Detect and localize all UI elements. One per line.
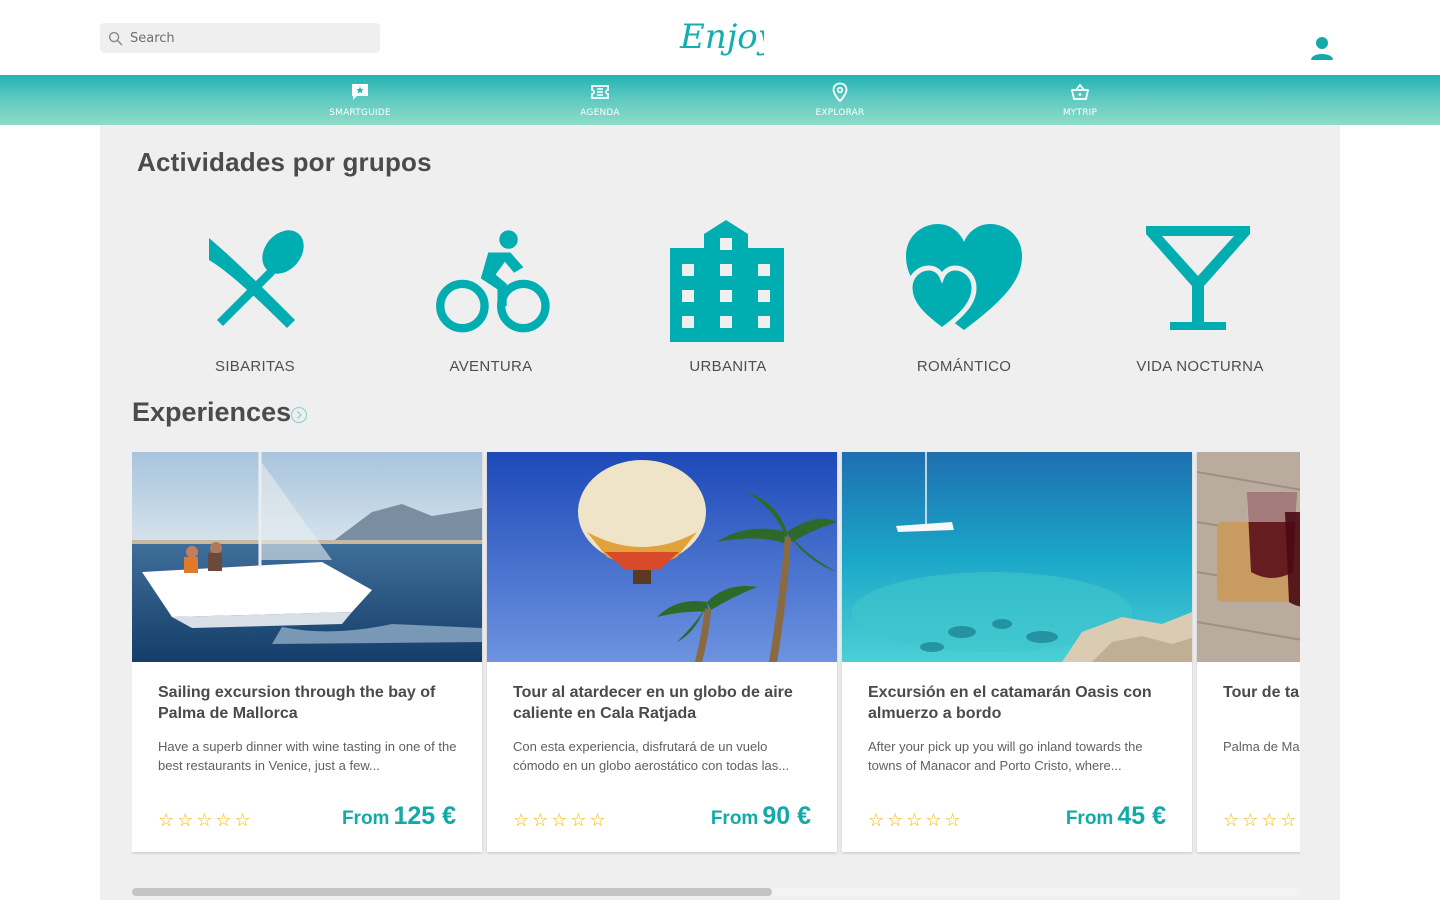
user-icon[interactable] (1308, 34, 1336, 62)
nav-explorar-label: EXPLORAR (815, 108, 865, 118)
group-label: SIBARITAS (215, 358, 295, 375)
scrollbar-thumb[interactable] (132, 888, 772, 896)
group-romantico[interactable]: ROMÁNTICO (864, 220, 1064, 380)
card-description: After your pick up you will go inland to… (868, 739, 1143, 773)
ticket-icon (591, 85, 609, 99)
rating-stars[interactable]: ☆☆☆☆☆ (1223, 810, 1300, 831)
group-label: VIDA NOCTURNA (1136, 358, 1264, 375)
group-label: AVENTURA (449, 358, 533, 375)
card-title: Tour de ta casco anti (1223, 684, 1300, 701)
catamaran-photo (842, 452, 1192, 662)
nav-agenda-label: AGENDA (580, 108, 620, 118)
group-vida-nocturna[interactable]: VIDA NOCTURNA (1100, 220, 1300, 380)
price-amount: 45 € (1117, 802, 1166, 830)
group-urbanita[interactable]: URBANITA (628, 220, 828, 380)
card-title: Tour al atardecer en un globo de aire ca… (513, 684, 793, 722)
groups-section-title: Actividades por grupos (137, 147, 432, 177)
card-price: From 125 € (342, 802, 456, 831)
experience-card[interactable]: Tour de ta casco anti Palma de Ma tiempo… (1197, 452, 1300, 852)
price-prefix: From (341, 808, 390, 829)
nav-smartguide[interactable]: SMARTGUIDE (300, 75, 420, 125)
price-prefix: From (1065, 808, 1114, 829)
main-content: Actividades por grupos SIBARITAS AVENTUR… (100, 125, 1340, 900)
carousel-scrollbar[interactable] (132, 888, 1300, 896)
svg-text:Enjoy: Enjoy (679, 17, 764, 57)
main-nav: SMARTGUIDE AGENDA EXPLORAR MYTRIP (0, 75, 1440, 125)
map-pin-icon (832, 82, 848, 102)
cocktail-glass-icon (1146, 226, 1250, 330)
card-price: From 90 € (711, 802, 811, 831)
sailing-photo (132, 452, 482, 662)
basket-icon (1071, 83, 1089, 100)
nav-mytrip[interactable]: MYTRIP (1020, 75, 1140, 125)
search-icon (108, 31, 123, 45)
price-prefix: From (710, 808, 759, 829)
experience-card[interactable]: Sailing excursion through the bay of Pal… (132, 452, 482, 852)
chevron-right-circle-icon[interactable] (290, 406, 308, 424)
experience-card[interactable]: Excursión en el catamarán Oasis con almu… (842, 452, 1192, 852)
card-description: Palma de Ma tiempo. Esto (1223, 739, 1300, 754)
nav-agenda[interactable]: AGENDA (540, 75, 660, 125)
search-box[interactable] (100, 23, 380, 53)
nav-smartguide-label: SMARTGUIDE (329, 108, 391, 118)
knife-spoon-icon (209, 230, 304, 328)
balloon-photo (487, 452, 837, 662)
card-description: Have a superb dinner with wine tasting i… (158, 739, 457, 773)
building-icon (670, 220, 784, 342)
group-sibaritas[interactable]: SIBARITAS (155, 220, 355, 380)
enjoy-logo[interactable]: Enjoy (676, 10, 764, 60)
wine-photo (1197, 452, 1300, 662)
experience-card[interactable]: Tour al atardecer en un globo de aire ca… (487, 452, 837, 852)
rating-stars[interactable]: ☆☆☆☆☆ (158, 810, 254, 831)
card-description: Con esta experiencia, disfrutará de un v… (513, 739, 790, 773)
group-label: URBANITA (689, 358, 767, 375)
group-aventura[interactable]: AVENTURA (391, 220, 591, 380)
nav-mytrip-label: MYTRIP (1062, 108, 1098, 118)
experiences-carousel[interactable]: Sailing excursion through the bay of Pal… (132, 452, 1300, 855)
group-label: ROMÁNTICO (916, 358, 1012, 375)
card-title: Sailing excursion through the bay of Pal… (158, 684, 436, 722)
card-price: From 45 € (1066, 802, 1166, 831)
cyclist-icon (436, 230, 550, 333)
experiences-section-title: Experiences (132, 397, 292, 427)
chat-star-icon (352, 84, 368, 100)
price-amount: 125 € (393, 802, 456, 830)
rating-stars[interactable]: ☆☆☆☆☆ (868, 810, 964, 831)
search-input[interactable] (130, 30, 360, 46)
price-amount: 90 € (762, 802, 811, 830)
hearts-icon (906, 224, 1022, 334)
top-header: Enjoy (0, 0, 1440, 75)
nav-explorar[interactable]: EXPLORAR (780, 75, 900, 125)
card-title: Excursión en el catamarán Oasis con almu… (868, 684, 1152, 722)
rating-stars[interactable]: ☆☆☆☆☆ (513, 810, 609, 831)
